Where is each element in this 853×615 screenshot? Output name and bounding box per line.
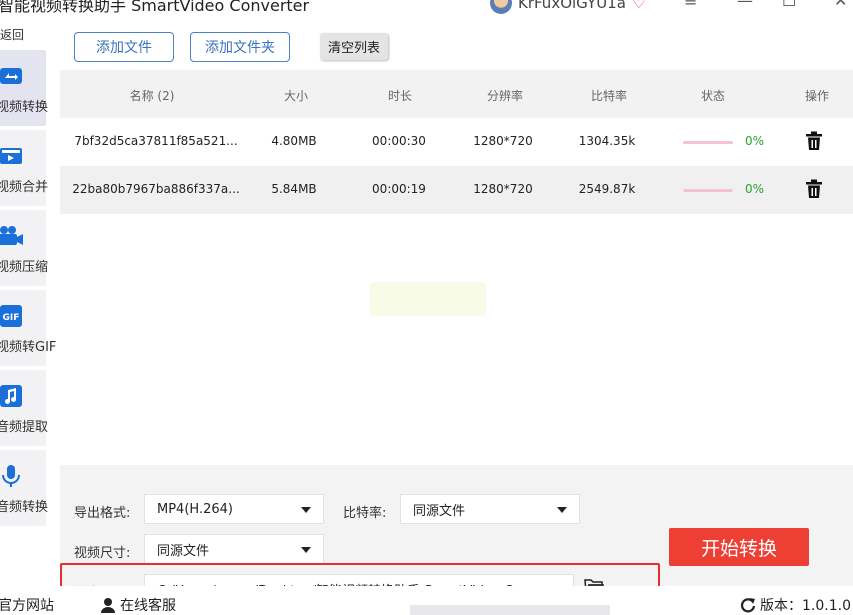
main-panel: 添加文件 添加文件夹 清空列表 名称 (2) 大小 时长 分辨率 比特率 状态 … bbox=[60, 22, 853, 604]
sidebar-item-video-compress[interactable]: 视频压缩 bbox=[0, 210, 49, 286]
drop-hint-overlay bbox=[370, 282, 486, 316]
bitrate-value: 同源文件 bbox=[413, 503, 466, 519]
diamond-icon[interactable]: ♡ bbox=[632, 0, 645, 12]
sidebar: 返回 视频转换 视频合并 视频压缩 GIF 视频转GIF 音频提取 音频转换 bbox=[0, 22, 56, 586]
official-website-link[interactable]: 官方网站 bbox=[0, 595, 54, 615]
sidebar-item-label: 视频转换 bbox=[0, 100, 49, 115]
progress-bar bbox=[683, 189, 733, 192]
support-label: 在线客服 bbox=[120, 598, 176, 614]
column-header-bitrate[interactable]: 比特率 bbox=[584, 87, 634, 104]
format-label: 导出格式: bbox=[74, 506, 131, 521]
progress-percent: 0% bbox=[745, 134, 765, 148]
file-duration: 00:00:19 bbox=[372, 182, 426, 196]
refresh-icon bbox=[740, 598, 756, 613]
sidebar-item-label: 视频压缩 bbox=[0, 260, 49, 275]
video-merge-icon bbox=[0, 144, 24, 168]
file-name: 7bf32d5ca37811f85a521... bbox=[74, 134, 238, 148]
file-resolution: 1280*720 bbox=[473, 182, 533, 196]
footer: 官方网站 在线客服 版本：1.0.1.0 bbox=[0, 586, 853, 615]
format-value: MP4(H.264) bbox=[157, 501, 233, 517]
video-compress-icon bbox=[0, 224, 24, 248]
sidebar-item-label: 音频转换 bbox=[0, 500, 49, 515]
sidebar-item-video-convert[interactable]: 视频转换 bbox=[0, 50, 49, 126]
music-icon bbox=[0, 384, 24, 408]
sidebar-item-audio-extract[interactable]: 音频提取 bbox=[0, 370, 49, 446]
table-row[interactable]: 7bf32d5ca37811f85a521... 4.80MB 00:00:30… bbox=[60, 118, 853, 166]
support-agent-icon bbox=[101, 598, 115, 613]
taskbar-thumbnail bbox=[410, 605, 610, 615]
sidebar-item-label: 视频合并 bbox=[0, 180, 49, 195]
close-icon[interactable]: ✕ bbox=[834, 0, 847, 10]
clear-list-button[interactable]: 清空列表 bbox=[320, 33, 388, 60]
column-header-status: 状态 bbox=[700, 89, 725, 103]
sidebar-item-video-to-gif[interactable]: GIF 视频转GIF bbox=[0, 290, 56, 366]
progress-bar bbox=[683, 141, 733, 144]
sidebar-item-audio-convert[interactable]: 音频转换 bbox=[0, 450, 49, 526]
bitrate-label: 比特率: bbox=[343, 506, 387, 521]
sidebar-item-video-merge[interactable]: 视频合并 bbox=[0, 130, 49, 206]
version-label: 版本：1.0.1.0 bbox=[760, 598, 851, 614]
username[interactable]: KrFuxOiGYU1a bbox=[518, 0, 626, 12]
gif-icon: GIF bbox=[0, 304, 24, 328]
column-header-size[interactable]: 大小 bbox=[276, 87, 316, 104]
column-header-duration[interactable]: 时长 bbox=[380, 87, 420, 104]
chevron-down-icon bbox=[557, 507, 567, 513]
file-bitrate: 2549.87k bbox=[578, 182, 636, 196]
size-label: 视频尺寸: bbox=[74, 546, 131, 561]
table-row[interactable]: 22ba80b7967ba886f337a... 5.84MB 00:00:19… bbox=[60, 166, 853, 214]
start-convert-button[interactable]: 开始转换 bbox=[669, 528, 809, 566]
bitrate-select[interactable]: 同源文件 bbox=[400, 494, 580, 524]
add-file-button[interactable]: 添加文件 bbox=[74, 32, 174, 62]
trash-icon[interactable] bbox=[805, 179, 823, 199]
table-header: 名称 (2) 大小 时长 分辨率 比特率 状态 操作 bbox=[60, 70, 853, 118]
toolbar: 添加文件 添加文件夹 清空列表 bbox=[60, 22, 853, 70]
app-title: 智能视频转换助手 SmartVideo Converter bbox=[0, 0, 310, 14]
file-resolution: 1280*720 bbox=[473, 134, 533, 148]
file-bitrate: 1304.35k bbox=[578, 134, 636, 148]
video-convert-icon bbox=[0, 64, 24, 88]
add-folder-button[interactable]: 添加文件夹 bbox=[190, 32, 290, 62]
size-value: 同源文件 bbox=[157, 543, 210, 559]
column-header-action: 操作 bbox=[804, 89, 829, 103]
user-info[interactable]: KrFuxOiGYU1a ♡ bbox=[490, 0, 645, 14]
chevron-down-icon bbox=[301, 547, 311, 553]
chevron-down-icon bbox=[301, 507, 311, 513]
online-support-link[interactable]: 在线客服 bbox=[100, 595, 176, 615]
progress-percent: 0% bbox=[745, 182, 765, 196]
title-bar: 智能视频转换助手 SmartVideo Converter KrFuxOiGYU… bbox=[0, 0, 853, 14]
column-header-resolution[interactable]: 分辨率 bbox=[480, 87, 530, 104]
back-button[interactable]: 返回 bbox=[0, 26, 24, 43]
microphone-icon bbox=[0, 464, 24, 488]
avatar[interactable] bbox=[490, 0, 512, 14]
trash-icon[interactable] bbox=[805, 131, 823, 151]
file-name: 22ba80b7967ba886f337a... bbox=[72, 182, 240, 196]
sidebar-item-label: 视频转GIF bbox=[0, 340, 57, 355]
format-select[interactable]: MP4(H.264) bbox=[144, 494, 324, 524]
minimize-icon[interactable]: — bbox=[737, 0, 753, 10]
column-header-name[interactable]: 名称 (2) bbox=[112, 87, 192, 104]
file-duration: 00:00:30 bbox=[372, 134, 426, 148]
file-size: 4.80MB bbox=[271, 134, 317, 148]
settings-panel: 导出格式: MP4(H.264) 比特率: 同源文件 视频尺寸: 同源文件 输出… bbox=[60, 465, 853, 604]
maximize-icon[interactable]: ☐ bbox=[782, 0, 796, 10]
svg-text:GIF: GIF bbox=[3, 313, 20, 323]
sidebar-item-label: 音频提取 bbox=[0, 420, 49, 435]
size-select[interactable]: 同源文件 bbox=[144, 534, 324, 564]
menu-icon[interactable]: ≡ bbox=[684, 0, 697, 10]
version-info[interactable]: 版本：1.0.1.0 bbox=[740, 595, 851, 615]
file-size: 5.84MB bbox=[271, 182, 317, 196]
